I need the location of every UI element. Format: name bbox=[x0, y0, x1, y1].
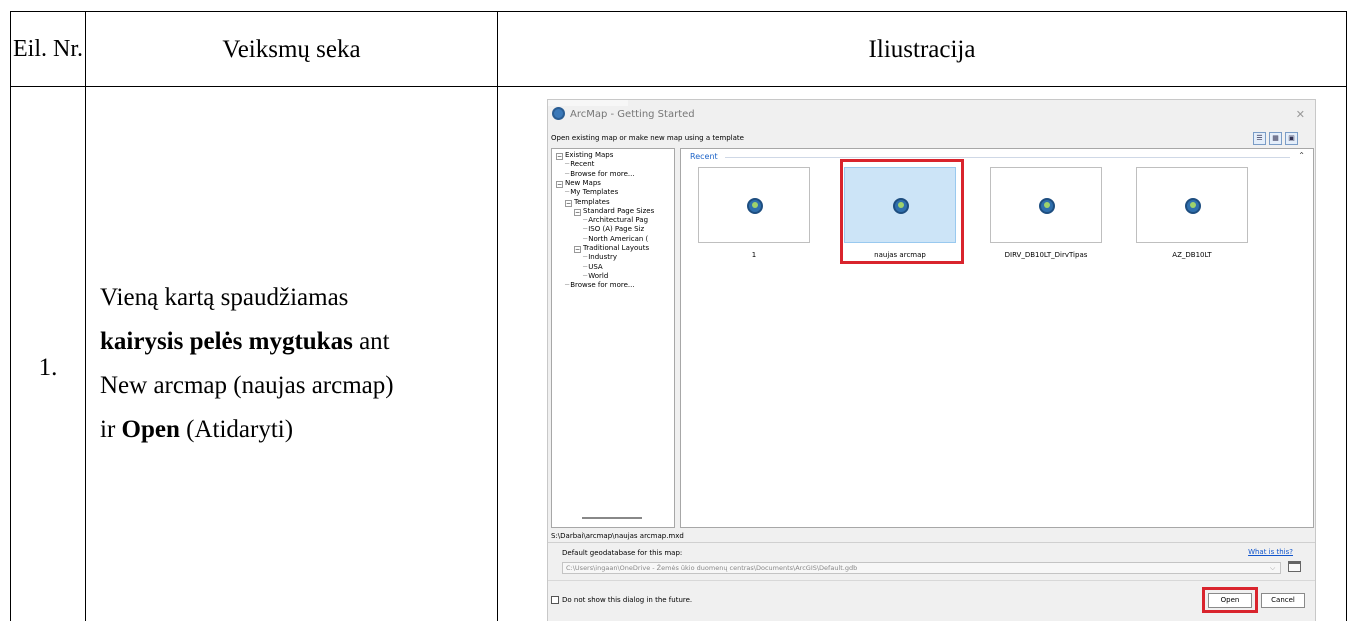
tree-item-label: USA bbox=[588, 262, 603, 271]
collapse-toggle-icon[interactable]: − bbox=[565, 199, 572, 207]
what-is-this-link[interactable]: What is this? bbox=[1248, 548, 1293, 556]
tree-branch-icon: ─ bbox=[583, 271, 588, 280]
tree-item-label: Recent bbox=[570, 160, 595, 169]
instruction-table: Eil. Nr. Veiksmų seka Iliustracija 1. Vi… bbox=[10, 11, 1347, 621]
close-icon[interactable]: ✕ bbox=[1296, 108, 1305, 121]
tree-item[interactable]: − Existing Maps bbox=[556, 151, 613, 160]
tree-item[interactable]: ─Architectural Pag bbox=[583, 216, 648, 225]
dropdown-arrow-icon[interactable]: ⌵ bbox=[1270, 564, 1275, 573]
selected-path: S:\Darbai\arcmap\naujas arcmap.mxd bbox=[551, 532, 684, 540]
row-steps: Vieną kartą spaudžiamas kairysis pelės m… bbox=[85, 86, 498, 621]
tree-item[interactable]: ─Browse for more... bbox=[565, 170, 635, 179]
row-illustration: ArcMap - Getting Started ✕ Open existing… bbox=[497, 86, 1347, 621]
tree-item-label: Existing Maps bbox=[565, 151, 614, 159]
geodatabase-field[interactable]: C:\Users\ingaan\OneDrive - Žemės ūkio du… bbox=[562, 562, 1281, 574]
step-text: Vieną kartą spaudžiamas bbox=[100, 283, 349, 311]
table-row: 1. Vieną kartą spaudžiamas kairysis pelė… bbox=[10, 86, 1347, 621]
step-text: New arcmap (naujas arcmap) bbox=[100, 371, 394, 399]
collapse-icon[interactable]: ⌃ bbox=[1298, 151, 1305, 160]
tree-branch-icon: ─ bbox=[583, 253, 588, 262]
divider bbox=[548, 542, 1315, 543]
tree-scrollbar[interactable] bbox=[582, 517, 642, 519]
step-text: (Atidaryti) bbox=[179, 415, 294, 443]
collapse-toggle-icon[interactable]: − bbox=[556, 180, 563, 188]
template-tile[interactable]: 1 bbox=[698, 167, 810, 259]
tree-item-label: Standard Page Sizes bbox=[583, 206, 655, 215]
tree-item[interactable]: − Standard Page Sizes bbox=[574, 207, 654, 216]
map-document-icon bbox=[1039, 198, 1055, 214]
tree-item-label: Industry bbox=[588, 253, 618, 262]
template-tile[interactable]: AZ_DB10LT bbox=[1136, 167, 1248, 259]
tree-item[interactable]: − New Maps bbox=[556, 179, 601, 188]
tree-item[interactable]: ─Browse for more... bbox=[565, 281, 635, 290]
dialog-title: ArcMap - Getting Started bbox=[570, 109, 695, 120]
header-steps: Veiksmų seka bbox=[85, 11, 498, 87]
header-illustration: Iliustracija bbox=[497, 11, 1347, 87]
highlight-box-template bbox=[840, 159, 964, 264]
collapse-toggle-icon[interactable]: − bbox=[556, 153, 563, 160]
template-name: DIRV_DB10LT_DirvTipas bbox=[1004, 251, 1088, 259]
templates-pane: Recent ⌃ 1 naujas arcmap DIRV_DB10LT_DirvT… bbox=[680, 148, 1314, 528]
thumbnails-view-icon[interactable]: ▣ bbox=[1285, 132, 1298, 145]
map-document-icon bbox=[1185, 198, 1201, 214]
tree-branch-icon: ─ bbox=[583, 262, 588, 271]
cancel-button[interactable]: Cancel bbox=[1261, 593, 1305, 608]
collapse-toggle-icon[interactable]: − bbox=[574, 208, 581, 216]
step-bold-text: kairysis pelės mygtukas bbox=[100, 327, 353, 355]
highlight-box-open bbox=[1202, 587, 1258, 613]
checkbox-label: Do not show this dialog in the future. bbox=[562, 596, 693, 604]
arcmap-app-icon bbox=[552, 107, 565, 120]
recent-section-label: Recent bbox=[690, 152, 718, 161]
geodatabase-label: Default geodatabase for this map: bbox=[562, 549, 683, 557]
tree-item-label: North American ( bbox=[588, 234, 649, 243]
tree-branch-icon: ─ bbox=[565, 281, 570, 290]
tree-item-label: My Templates bbox=[570, 188, 619, 197]
tree-item-label: ISO (A) Page Siz bbox=[588, 225, 645, 234]
row-number: 1. bbox=[10, 86, 86, 621]
template-tree: − Existing Maps ─Recent ─Browse for more...… bbox=[551, 148, 675, 528]
arcmap-getting-started-dialog: ArcMap - Getting Started ✕ Open existing… bbox=[547, 99, 1316, 621]
collapse-toggle-icon[interactable]: − bbox=[574, 246, 581, 253]
checkbox-box[interactable] bbox=[551, 596, 559, 604]
map-document-icon bbox=[747, 198, 763, 214]
tree-item[interactable]: ─ISO (A) Page Siz bbox=[583, 225, 644, 234]
template-name: AZ_DB10LT bbox=[1172, 251, 1212, 259]
table-header-row: Eil. Nr. Veiksmų seka Iliustracija bbox=[10, 11, 1347, 87]
tree-item[interactable]: − Traditional Layouts bbox=[574, 244, 649, 253]
tree-branch-icon: ─ bbox=[583, 225, 588, 234]
tree-branch-icon: ─ bbox=[565, 188, 570, 197]
step-text: ant bbox=[352, 327, 390, 355]
divider bbox=[548, 580, 1315, 581]
tree-item[interactable]: ─World bbox=[583, 272, 608, 281]
template-name: 1 bbox=[751, 251, 757, 259]
tree-branch-icon: ─ bbox=[583, 216, 588, 225]
tree-item-label: Templates bbox=[574, 197, 610, 206]
tree-item-label: Traditional Layouts bbox=[583, 244, 650, 252]
tree-item[interactable]: ─My Templates bbox=[565, 188, 618, 197]
dont-show-checkbox[interactable]: Do not show this dialog in the future. bbox=[551, 596, 692, 604]
tree-item-label: New Maps bbox=[565, 178, 601, 187]
tree-item[interactable]: ─Industry bbox=[583, 253, 617, 262]
header-number: Eil. Nr. bbox=[10, 11, 86, 87]
tree-item[interactable]: ─North American ( bbox=[583, 235, 648, 244]
cropped-toolbar bbox=[548, 100, 628, 106]
tree-item[interactable]: − Templates bbox=[565, 198, 610, 207]
details-view-icon[interactable]: ☰ bbox=[1253, 132, 1266, 145]
tree-branch-icon: ─ bbox=[565, 160, 570, 169]
dialog-subtitle: Open existing map or make new map using … bbox=[551, 134, 744, 142]
tree-item-label: Browse for more... bbox=[570, 281, 635, 290]
template-tile[interactable]: DIRV_DB10LT_DirvTipas bbox=[990, 167, 1102, 259]
tree-item-label: Browse for more... bbox=[570, 169, 635, 178]
tiles-view-icon[interactable]: ▦ bbox=[1269, 132, 1282, 145]
section-divider bbox=[725, 157, 1290, 158]
tree-item[interactable]: ─Recent bbox=[565, 160, 594, 169]
tree-branch-icon: ─ bbox=[583, 234, 588, 243]
step-bold-text: Open bbox=[121, 415, 180, 443]
tree-branch-icon: ─ bbox=[565, 169, 570, 178]
tree-item-label: World bbox=[588, 271, 609, 280]
tree-item[interactable]: ─USA bbox=[583, 263, 603, 272]
step-text: ir bbox=[100, 415, 122, 443]
browse-folder-icon[interactable] bbox=[1288, 561, 1301, 572]
tree-item-label: Architectural Pag bbox=[588, 216, 649, 225]
